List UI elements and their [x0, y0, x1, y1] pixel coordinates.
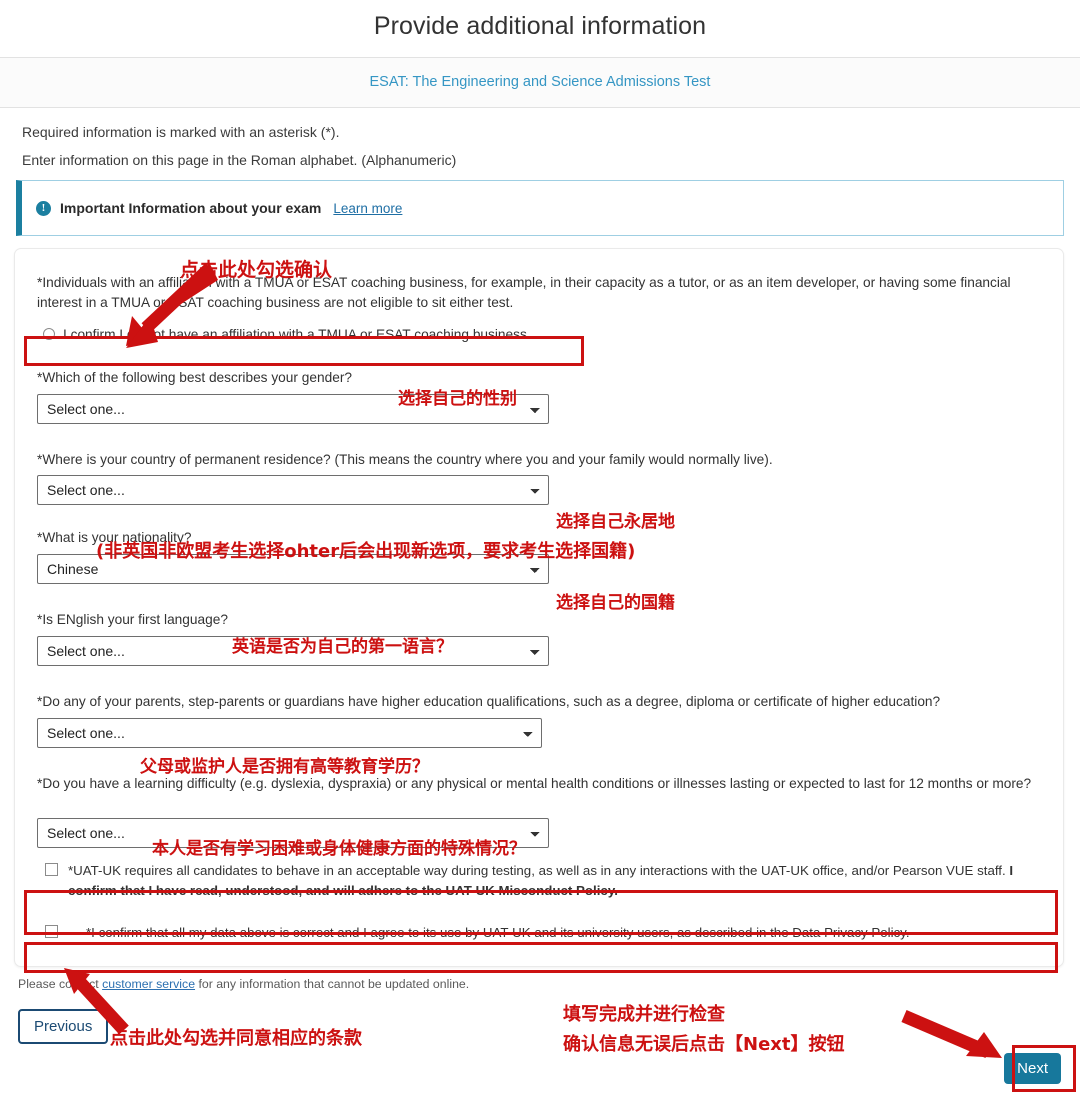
button-row: Previous: [18, 1008, 1080, 1044]
footer-text-before: Please contact: [18, 976, 103, 991]
affiliation-radio-row[interactable]: I confirm I do not have an affiliation w…: [37, 323, 1041, 346]
footer-text-after: for any information that cannot be updat…: [195, 976, 470, 991]
language-select[interactable]: Select one...: [37, 636, 549, 667]
checkbox-icon[interactable]: [45, 924, 58, 938]
parents-question: *Do any of your parents, step-parents or…: [37, 694, 941, 710]
footer-note: Please contact customer service for any …: [18, 977, 1080, 991]
nationality-select[interactable]: Chinese: [37, 554, 549, 585]
customer-service-link[interactable]: customer service: [102, 977, 195, 991]
gender-question: *Which of the following best describes y…: [37, 369, 352, 385]
info-banner-text: Important Information about your exam: [60, 200, 322, 216]
radio-icon[interactable]: [43, 328, 55, 341]
page-title: Provide additional information: [373, 12, 707, 40]
affiliation-statement: *Individuals with an affiliation with a …: [37, 275, 1011, 310]
disability-select[interactable]: Select one...: [37, 817, 549, 848]
subtitle-bar: ESAT: The Engineering and Science Admiss…: [0, 57, 1080, 108]
checkbox-icon[interactable]: [45, 862, 58, 876]
residence-question: *Where is your country of permanent resi…: [37, 451, 773, 467]
parents-education-field: *Do any of your parents, step-parents or…: [37, 692, 1041, 749]
misconduct-checkbox-row[interactable]: *UAT-UK requires all candidates to behav…: [37, 854, 1041, 908]
residence-field: *Where is your country of permanent resi…: [37, 450, 1041, 506]
nationality-question: *What is your nationality?: [37, 530, 192, 546]
learn-more-link[interactable]: Learn more: [333, 201, 402, 216]
important-information-banner: ! Important Information about your exam …: [16, 180, 1064, 236]
language-question: *Is ENglish your first language?: [37, 612, 228, 628]
previous-button[interactable]: Previous: [18, 1008, 109, 1044]
language-field: *Is ENglish your first language? Select …: [37, 610, 1041, 667]
required-note: Required information is marked with an a…: [22, 124, 340, 140]
disability-question: *Do you have a learning difficulty (e.g.…: [37, 776, 1032, 792]
misconduct-text: *UAT-UK requires all candidates to behav…: [68, 862, 1010, 878]
parents-education-select[interactable]: Select one...: [37, 718, 542, 749]
info-circle-icon: !: [36, 200, 51, 216]
gender-select[interactable]: Select one...: [37, 393, 549, 424]
exam-name: ESAT: The Engineering and Science Admiss…: [369, 74, 711, 90]
form-card: *Individuals with an affiliation with a …: [14, 248, 1064, 967]
residence-select[interactable]: Select one...: [37, 475, 549, 506]
alphabet-note: Enter information on this page in the Ro…: [22, 152, 457, 168]
nationality-field: *What is your nationality? Chinese: [37, 528, 1041, 585]
privacy-text: *I confirm that all my data above is cor…: [86, 924, 910, 940]
next-button[interactable]: Next: [1004, 1053, 1061, 1084]
privacy-checkbox-row[interactable]: *I confirm that all my data above is cor…: [37, 916, 1041, 950]
intro-text: Required information is marked with an a…: [0, 108, 1080, 168]
affiliation-radio-label: I confirm I do not have an affiliation w…: [63, 326, 527, 342]
gender-field: *Which of the following best describes y…: [37, 368, 1041, 424]
disability-field: *Do you have a learning difficulty (e.g.…: [37, 774, 1041, 848]
